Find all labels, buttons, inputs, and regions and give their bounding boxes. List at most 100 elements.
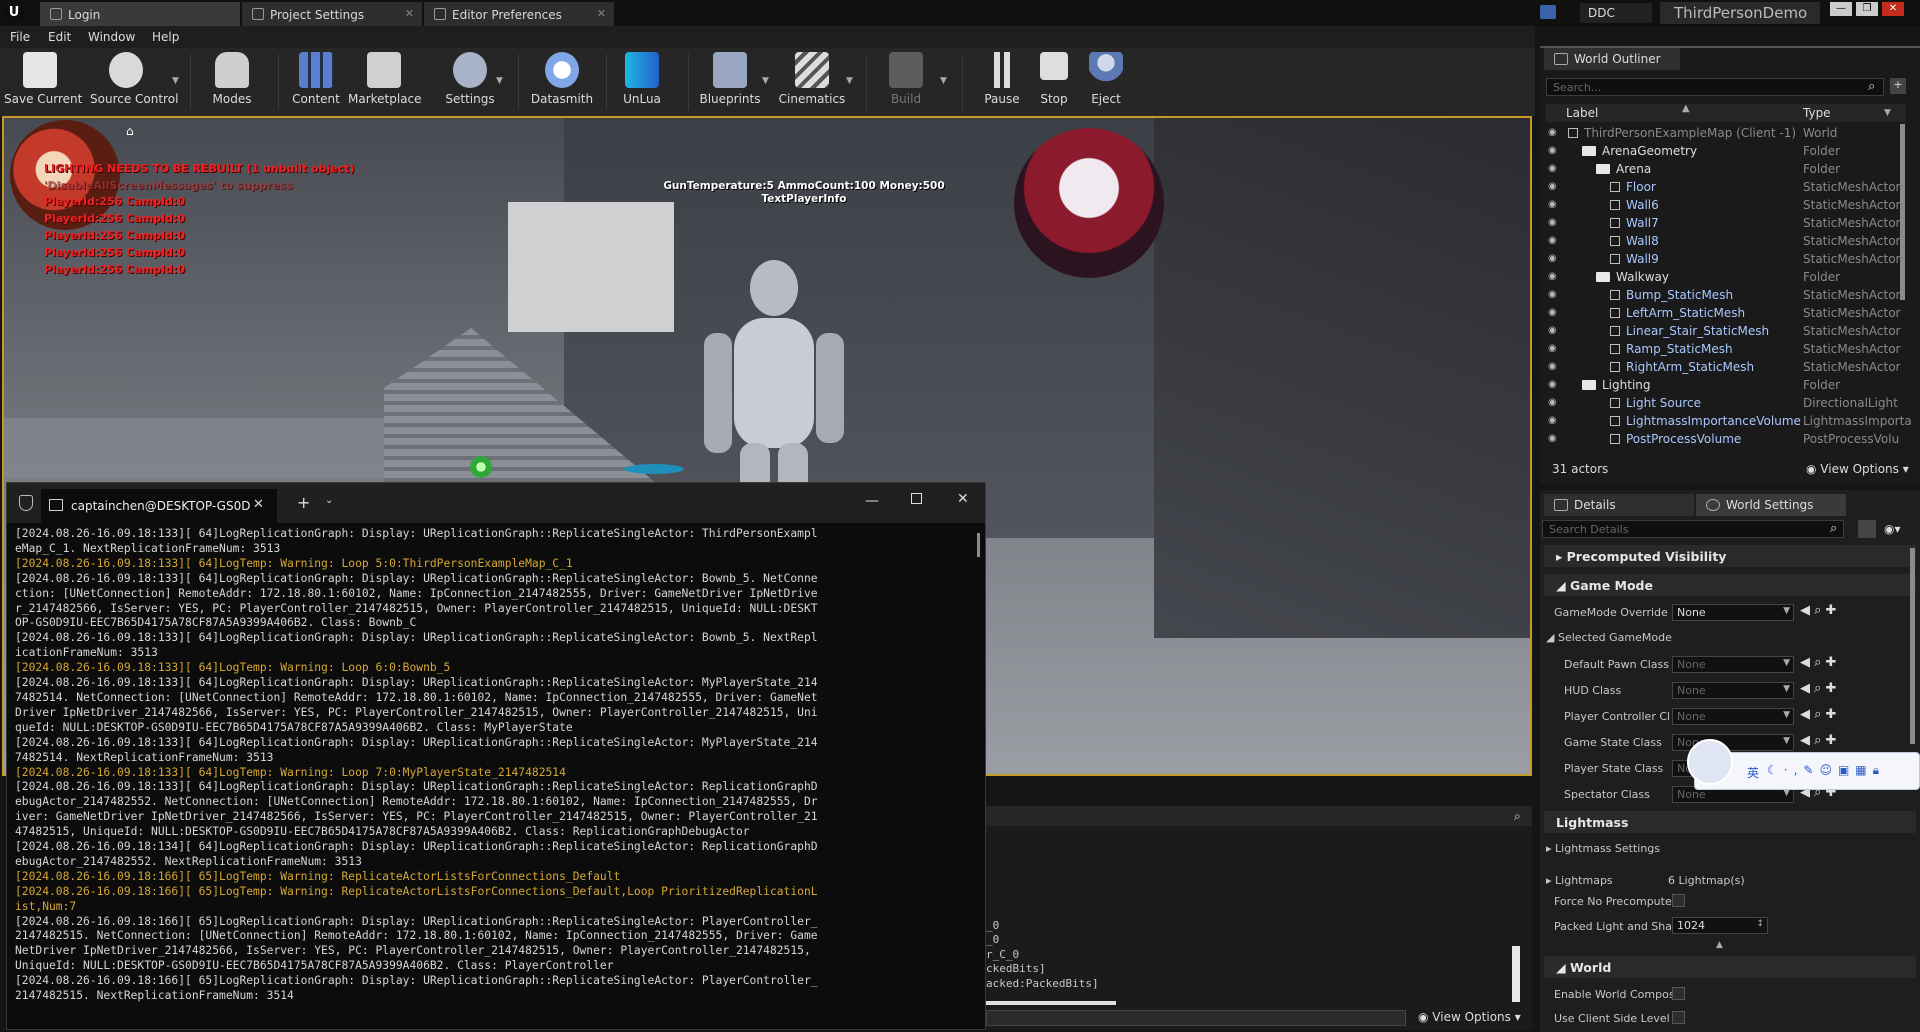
- menu-edit[interactable]: Edit: [48, 30, 71, 44]
- chevron-down-icon[interactable]: ▼: [1884, 108, 1891, 118]
- ddc-button[interactable]: DDC: [1580, 3, 1652, 23]
- property-actions[interactable]: ◀ ⌕ ✚: [1800, 707, 1836, 722]
- ime-language[interactable]: 英: [1747, 764, 1759, 781]
- column-type[interactable]: Type: [1803, 106, 1831, 120]
- outliner-row[interactable]: ◉ Wall7 StaticMeshActor: [1546, 214, 1900, 232]
- outliner-row[interactable]: ◉ Wall8 StaticMeshActor: [1546, 232, 1900, 250]
- chevron-down-icon[interactable]: ⌄: [325, 495, 333, 506]
- section-world[interactable]: ◢ World: [1544, 956, 1916, 978]
- visibility-eye-icon[interactable]: ◉: [1548, 433, 1560, 444]
- unreal-logo-icon[interactable]: U: [4, 3, 24, 23]
- outliner-row[interactable]: ◉ Floor StaticMeshActor: [1546, 178, 1900, 196]
- tab-editor-preferences[interactable]: Editor Preferences ✕: [424, 2, 614, 26]
- outliner-scrollbar[interactable]: [1900, 124, 1905, 300]
- details-scrollbar[interactable]: [1910, 548, 1915, 744]
- save-current-button[interactable]: Save Current: [4, 52, 82, 112]
- terminal-scrollbar[interactable]: [977, 533, 980, 557]
- outliner-row[interactable]: ◉ LeftArm_StaticMesh StaticMeshActor: [1546, 304, 1900, 322]
- menu-file[interactable]: File: [10, 30, 30, 44]
- minimize-icon[interactable]: —: [865, 493, 879, 509]
- tab-details[interactable]: Details: [1544, 494, 1694, 516]
- content-button[interactable]: Content: [280, 52, 352, 112]
- cinematics-button[interactable]: Cinematics: [776, 52, 848, 112]
- chevron-down-icon[interactable]: ▼: [172, 76, 179, 86]
- chevron-down-icon[interactable]: ▼: [940, 76, 947, 86]
- visibility-eye-icon[interactable]: ◉: [1548, 253, 1560, 264]
- maximize-button[interactable]: ❐: [1856, 2, 1878, 16]
- selected-gamemode-group[interactable]: ◢ Selected GameMode: [1546, 631, 1672, 644]
- tab-project-settings[interactable]: Project Settings ✕: [242, 2, 422, 26]
- visibility-eye-icon[interactable]: ◉: [1548, 397, 1560, 408]
- visibility-eye-icon[interactable]: ◉: [1548, 163, 1560, 174]
- grid-view-icon[interactable]: [1858, 520, 1876, 538]
- outliner-row[interactable]: ◉ Linear_Stair_StaticMesh StaticMeshActor: [1546, 322, 1900, 340]
- modes-button[interactable]: Modes: [196, 52, 268, 112]
- class-row-select[interactable]: None ▼: [1672, 682, 1794, 699]
- outliner-row[interactable]: ◉ Light Source DirectionalLight: [1546, 394, 1898, 412]
- ime-toolbar[interactable]: 英 ☾·,✎☺▣▦🔒︎: [1687, 739, 1920, 790]
- output-log-scrollbar[interactable]: [1512, 946, 1520, 1002]
- visibility-eye-icon[interactable]: ◉: [1548, 271, 1560, 282]
- outliner-row[interactable]: ◉ RightArm_StaticMesh StaticMeshActor: [1546, 358, 1900, 376]
- visibility-eye-icon[interactable]: ◉: [1548, 361, 1560, 372]
- visibility-eye-icon[interactable]: ◉: [1548, 127, 1560, 138]
- collapse-arrow-icon[interactable]: ▲: [1716, 940, 1723, 950]
- new-tab-icon[interactable]: +: [297, 493, 310, 512]
- marketplace-button[interactable]: Marketplace: [348, 52, 422, 112]
- close-icon[interactable]: ✕: [405, 7, 414, 20]
- outliner-view-options[interactable]: ◉ View Options ▾: [1806, 462, 1909, 476]
- minimize-button[interactable]: —: [1830, 2, 1852, 16]
- use-client-side-checkbox[interactable]: [1672, 1011, 1685, 1024]
- menu-help[interactable]: Help: [152, 30, 179, 44]
- close-icon[interactable]: ✕: [957, 491, 969, 507]
- eye-icon[interactable]: ◉▾: [1884, 522, 1901, 536]
- eject-button[interactable]: Eject: [1070, 52, 1142, 112]
- search-icon[interactable]: ⌕: [1830, 521, 1837, 536]
- view-options-button[interactable]: ◉ View Options ▾: [1418, 1010, 1521, 1024]
- outliner-row[interactable]: ◉ Wall9 StaticMeshActor: [1546, 250, 1900, 268]
- outliner-row[interactable]: ◉ Lighting Folder: [1546, 376, 1898, 394]
- close-icon[interactable]: ✕: [253, 497, 264, 512]
- tab-login[interactable]: Login: [40, 2, 240, 26]
- visibility-eye-icon[interactable]: ◉: [1548, 415, 1560, 426]
- outliner-row[interactable]: ◉ ThirdPersonExampleMap (Client -1) World: [1546, 124, 1898, 142]
- visibility-eye-icon[interactable]: ◉: [1548, 289, 1560, 300]
- visibility-eye-icon[interactable]: ◉: [1548, 181, 1560, 192]
- terminal-window[interactable]: captainchen@DESKTOP-GS0D ✕ + ⌄ — ✕ [2024…: [6, 482, 986, 1030]
- search-icon[interactable]: ⌕: [1868, 79, 1875, 94]
- build-button[interactable]: Build: [870, 52, 942, 112]
- outliner-row[interactable]: ◉ LightmassImportanceVolume LightmassImpor…: [1546, 412, 1912, 430]
- visibility-eye-icon[interactable]: ◉: [1548, 199, 1560, 210]
- section-lightmass[interactable]: Lightmass: [1544, 811, 1916, 833]
- chevron-down-icon[interactable]: ▼: [496, 76, 503, 86]
- column-label[interactable]: Label: [1566, 106, 1598, 120]
- maximize-icon[interactable]: [911, 493, 922, 504]
- ime-tool-icons[interactable]: ☾·,✎☺▣▦🔒︎: [1767, 763, 1885, 778]
- lightmass-settings-group[interactable]: ▸ Lightmass Settings: [1546, 842, 1660, 855]
- source-control-button[interactable]: Source Control: [90, 52, 178, 112]
- tab-world-outliner[interactable]: World Outliner: [1544, 48, 1680, 70]
- property-actions[interactable]: ◀ ⌕ ✚: [1800, 603, 1836, 618]
- outliner-row[interactable]: ◉ PostProcessVolume PostProcessVolu: [1546, 430, 1899, 448]
- outliner-row[interactable]: ◉ Walkway Folder: [1546, 268, 1898, 286]
- outliner-row[interactable]: ◉ Arena Folder: [1546, 160, 1898, 178]
- enable-world-composition-checkbox[interactable]: [1672, 987, 1685, 1000]
- blueprints-button[interactable]: Blueprints: [694, 52, 766, 112]
- outliner-row[interactable]: ◉ Ramp_StaticMesh StaticMeshActor: [1546, 340, 1900, 358]
- terminal-output[interactable]: [2024.08.26-16.09.18:133][ 64]LogReplica…: [15, 527, 971, 1027]
- close-button[interactable]: ✕: [1882, 2, 1904, 16]
- console-command-input[interactable]: [986, 1010, 1406, 1026]
- lightmaps-group[interactable]: ▸ Lightmaps: [1546, 874, 1613, 887]
- outliner-row[interactable]: ◉ ArenaGeometry Folder: [1546, 142, 1898, 160]
- visibility-eye-icon[interactable]: ◉: [1548, 307, 1560, 318]
- section-precomputed-visibility[interactable]: ▸ Precomputed Visibility: [1544, 545, 1916, 567]
- terminal-tab[interactable]: captainchen@DESKTOP-GS0D ✕: [41, 489, 277, 523]
- class-row-select[interactable]: None ▼: [1672, 656, 1794, 673]
- close-icon[interactable]: ✕: [597, 7, 606, 20]
- outliner-row[interactable]: ◉ Bump_StaticMesh StaticMeshActor: [1546, 286, 1900, 304]
- outliner-row[interactable]: ◉ Wall6 StaticMeshActor: [1546, 196, 1900, 214]
- property-actions[interactable]: ◀ ⌕ ✚: [1800, 733, 1836, 748]
- search-icon[interactable]: ⌕: [1514, 809, 1521, 824]
- notification-icon[interactable]: [1540, 5, 1556, 19]
- visibility-eye-icon[interactable]: ◉: [1548, 145, 1560, 156]
